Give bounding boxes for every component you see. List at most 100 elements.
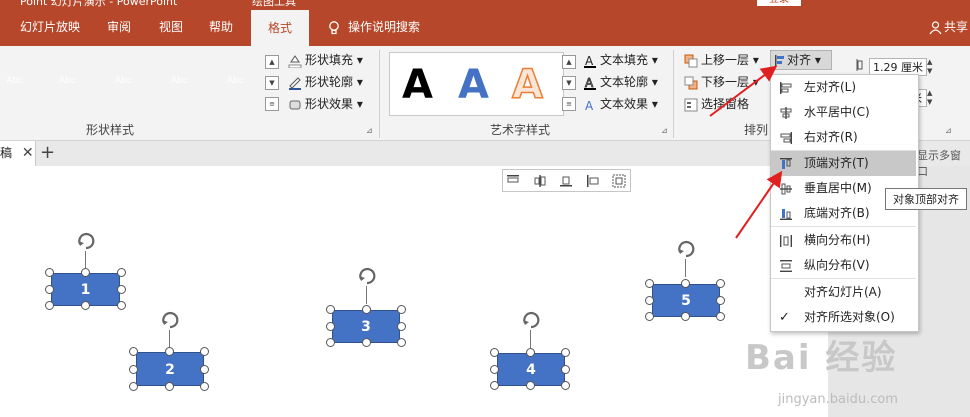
resize-handle[interactable]: [129, 382, 138, 391]
resize-handle[interactable]: [117, 285, 126, 294]
wordart-dialog-launcher[interactable]: ⊿: [661, 126, 668, 135]
menu-item-align-selected-objects[interactable]: ✓ 对齐所选对象(O): [771, 305, 916, 330]
resize-handle[interactable]: [561, 348, 570, 357]
resize-handle[interactable]: [129, 347, 138, 356]
tab-help[interactable]: 帮助: [209, 8, 233, 46]
shape-style-swatch-gray[interactable]: Abc: [49, 63, 86, 100]
resize-handle[interactable]: [129, 365, 138, 374]
resize-handle[interactable]: [362, 305, 371, 314]
align-top-mini-icon[interactable]: [506, 174, 520, 188]
resize-handle[interactable]: [326, 338, 335, 347]
show-multiwindow-hint[interactable]: 显示多窗口: [917, 147, 970, 179]
shape-style-swatch-blue[interactable]: Abc: [161, 63, 198, 100]
menu-item-label: 左对齐(L): [804, 80, 857, 94]
shape-fill-button[interactable]: 形状填充 ▾: [288, 50, 363, 70]
resize-handle[interactable]: [45, 285, 54, 294]
shape-style-swatch-green[interactable]: Abc: [217, 63, 254, 100]
resize-handle[interactable]: [681, 312, 690, 321]
resize-handle[interactable]: [326, 322, 335, 331]
wordart-style-black[interactable]: A: [402, 60, 433, 110]
close-icon[interactable]: ✕: [22, 145, 34, 161]
width-spinner[interactable]: ▲ ▼: [927, 89, 932, 107]
text-effects-button[interactable]: A 文本效果 ▾: [583, 94, 658, 114]
resize-handle[interactable]: [117, 301, 126, 310]
rotate-handle-icon[interactable]: [355, 265, 379, 287]
size-dialog-launcher[interactable]: ⊿: [945, 126, 952, 135]
resize-handle[interactable]: [81, 268, 90, 277]
align-bottom-mini-icon[interactable]: [559, 174, 573, 188]
wordart-more[interactable]: ≡: [562, 97, 576, 111]
resize-handle[interactable]: [117, 268, 126, 277]
rotate-handle-icon[interactable]: [158, 309, 182, 331]
menu-item-align-to-slide[interactable]: 对齐幻灯片(A): [771, 280, 916, 305]
shape-2[interactable]: 2: [136, 352, 204, 386]
document-tab[interactable]: 稿 ✕: [0, 141, 36, 166]
shape-effects-icon: [289, 100, 301, 109]
menu-item-align-center[interactable]: 水平居中(C): [771, 100, 916, 125]
resize-handle[interactable]: [362, 338, 371, 347]
gallery-scroll-up[interactable]: ▲: [265, 55, 279, 69]
text-fill-button[interactable]: A 文本填充 ▾: [583, 50, 658, 70]
resize-handle[interactable]: [526, 381, 535, 390]
tell-me-search[interactable]: 操作说明搜索: [328, 8, 420, 46]
rotate-handle-icon[interactable]: [74, 230, 98, 252]
tab-review[interactable]: 审阅: [107, 8, 131, 46]
resize-handle[interactable]: [397, 338, 406, 347]
menu-item-align-right[interactable]: 右对齐(R): [771, 125, 916, 150]
resize-handle[interactable]: [681, 279, 690, 288]
resize-handle[interactable]: [200, 382, 209, 391]
resize-handle[interactable]: [200, 347, 209, 356]
resize-handle[interactable]: [81, 301, 90, 310]
shape-effects-button[interactable]: 形状效果 ▾: [288, 94, 363, 114]
menu-item-distribute-vertical[interactable]: 纵向分布(V): [771, 253, 916, 278]
gallery-scroll-down[interactable]: ▼: [265, 76, 279, 90]
distribute-mini-icon[interactable]: [612, 174, 626, 188]
menu-item-distribute-horizontal[interactable]: 横向分布(H): [771, 228, 916, 253]
tab-view[interactable]: 视图: [159, 8, 183, 46]
wordart-scroll-up[interactable]: ▲: [562, 55, 576, 69]
wordart-style-orange-outline[interactable]: A: [511, 60, 543, 110]
rotate-handle-icon[interactable]: [674, 238, 698, 260]
signin-button[interactable]: 登录: [757, 0, 801, 6]
share-button[interactable]: 共享: [929, 8, 968, 46]
resize-handle[interactable]: [397, 322, 406, 331]
resize-handle[interactable]: [645, 279, 654, 288]
wordart-style-blue[interactable]: A: [458, 60, 489, 110]
align-middle-mini-icon[interactable]: [533, 174, 547, 188]
resize-handle[interactable]: [326, 305, 335, 314]
resize-handle[interactable]: [645, 296, 654, 305]
new-tab-plus-icon[interactable]: +: [40, 142, 55, 164]
resize-handle[interactable]: [716, 296, 725, 305]
resize-handle[interactable]: [200, 365, 209, 374]
resize-handle[interactable]: [490, 381, 499, 390]
resize-handle[interactable]: [526, 348, 535, 357]
resize-handle[interactable]: [645, 312, 654, 321]
shape-style-swatch-gold[interactable]: Abc: [105, 63, 142, 100]
resize-handle[interactable]: [45, 268, 54, 277]
menu-item-align-top[interactable]: 顶端对齐(T): [771, 151, 916, 176]
group-separator: [673, 50, 674, 138]
resize-handle[interactable]: [561, 365, 570, 374]
resize-handle[interactable]: [561, 381, 570, 390]
resize-handle[interactable]: [397, 305, 406, 314]
resize-handle[interactable]: [165, 347, 174, 356]
rotate-handle-icon[interactable]: [519, 309, 543, 331]
resize-handle[interactable]: [490, 365, 499, 374]
shape-styles-dialog-launcher[interactable]: ⊿: [366, 126, 373, 135]
tab-format[interactable]: 格式: [251, 10, 309, 46]
shape-style-swatch-orange[interactable]: Abc: [0, 63, 29, 100]
shape-outline-button[interactable]: 形状轮廓 ▾: [288, 72, 363, 92]
resize-handle[interactable]: [490, 348, 499, 357]
align-left-mini-icon[interactable]: [586, 174, 600, 188]
resize-handle[interactable]: [45, 301, 54, 310]
resize-handle[interactable]: [716, 279, 725, 288]
resize-handle[interactable]: [716, 312, 725, 321]
gallery-more[interactable]: ≡: [265, 97, 279, 111]
shape-outline-label: 形状轮廓: [305, 75, 354, 89]
height-spinner[interactable]: ▲ ▼: [927, 58, 932, 76]
menu-item-align-left[interactable]: 左对齐(L): [771, 75, 916, 100]
wordart-scroll-down[interactable]: ▼: [562, 76, 576, 90]
resize-handle[interactable]: [165, 382, 174, 391]
tab-slideshow[interactable]: 幻灯片放映: [20, 8, 80, 46]
text-outline-button[interactable]: A 文本轮廓 ▾: [583, 72, 658, 92]
